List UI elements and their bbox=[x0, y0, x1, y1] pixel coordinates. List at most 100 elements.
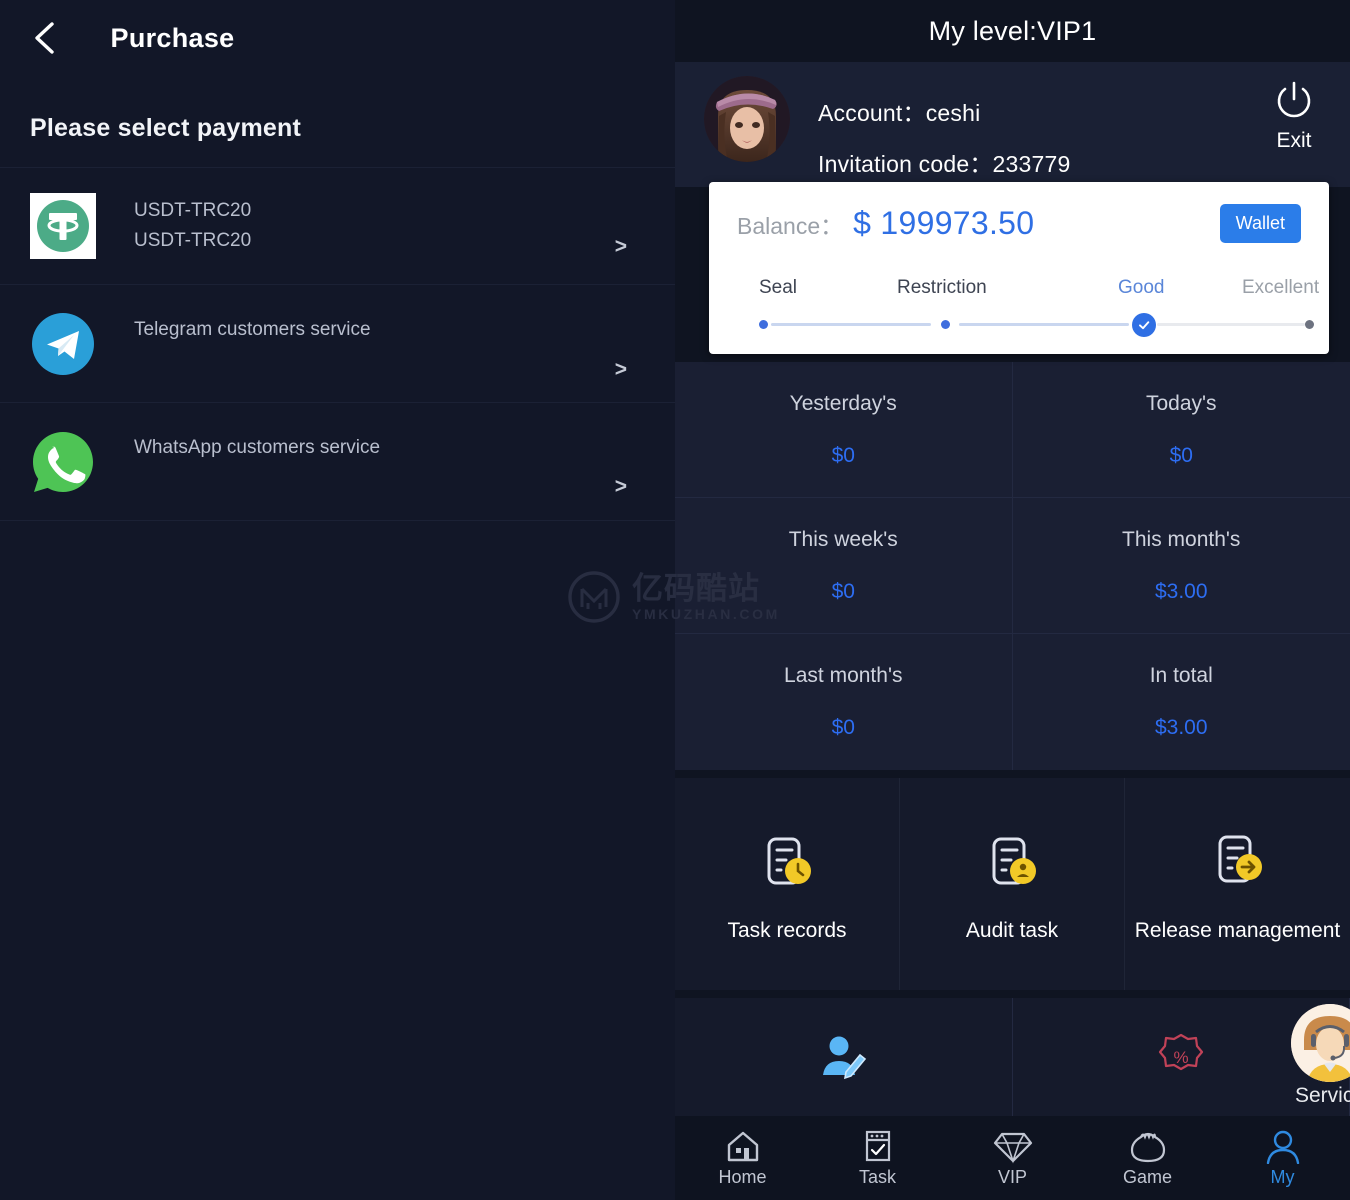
level-label-seal: Seal bbox=[759, 277, 798, 298]
level-labels: Seal Restriction Good Excellent bbox=[737, 277, 1319, 301]
task-label: Audit task bbox=[965, 918, 1059, 942]
nav-item-task[interactable]: Task bbox=[810, 1128, 945, 1188]
stat-cell-yesterday: Yesterday's $0 bbox=[675, 362, 1013, 498]
payment-label-line1: USDT-TRC20 bbox=[134, 200, 252, 221]
task-records-button[interactable]: Task records bbox=[675, 778, 900, 990]
track-segment-3 bbox=[1157, 323, 1305, 326]
chevron-right-icon[interactable]: > bbox=[615, 358, 627, 382]
purchase-header: Purchase bbox=[0, 0, 675, 74]
game-bag-icon bbox=[1130, 1132, 1165, 1163]
app-root: Purchase Please select payment USDT-TRC2… bbox=[0, 0, 1350, 1200]
svg-text:%: % bbox=[1173, 1048, 1188, 1067]
track-segment-1 bbox=[771, 323, 931, 326]
discount-percent-icon: % bbox=[1158, 1033, 1203, 1071]
earnings-stats-grid: Yesterday's $0 Today's $0 This week's $0… bbox=[675, 362, 1350, 770]
audit-task-icon bbox=[992, 837, 1036, 884]
stat-title: Today's bbox=[1145, 391, 1217, 415]
stat-cell-today: Today's $0 bbox=[1012, 362, 1350, 498]
stat-cell-in-total: In total $3.00 bbox=[1013, 634, 1350, 770]
edit-profile-icon bbox=[823, 1036, 867, 1080]
balance-label: Balance： bbox=[737, 212, 844, 239]
edit-profile-button[interactable] bbox=[675, 998, 1013, 1116]
wallet-button[interactable]: Wallet bbox=[1219, 204, 1301, 243]
level-label-good: Good bbox=[1118, 277, 1165, 298]
nav-item-vip[interactable]: VIP bbox=[945, 1128, 1080, 1188]
nav-item-home[interactable]: Home bbox=[675, 1128, 810, 1188]
level-label-excellent: Excellent bbox=[1242, 277, 1320, 298]
payment-method-usdt[interactable]: USDT-TRC20 USDT-TRC20 > bbox=[0, 167, 675, 285]
person-icon bbox=[1266, 1130, 1299, 1164]
stat-title: This week's bbox=[788, 527, 898, 551]
level-label-restriction: Restriction bbox=[897, 277, 987, 298]
profile-panel: My level:VIP1 Account：ceshi Invitation c… bbox=[675, 0, 1350, 1200]
nav-item-game[interactable]: Game bbox=[1080, 1128, 1215, 1188]
service-agent-avatar bbox=[1291, 1004, 1350, 1082]
page-title: Purchase bbox=[110, 22, 235, 53]
level-dot-excellent bbox=[1305, 320, 1314, 329]
level-dot-good-active bbox=[1132, 313, 1156, 337]
payment-label-line2: USDT-TRC20 bbox=[134, 230, 252, 251]
telegram-labels: Telegram customers service bbox=[134, 315, 371, 345]
stat-value: $3.00 bbox=[1154, 579, 1208, 603]
payment-method-telegram[interactable]: Telegram customers service > bbox=[0, 285, 675, 403]
level-progress: Seal Restriction Good Excellent bbox=[737, 277, 1319, 337]
task-label: Release management bbox=[1134, 918, 1341, 942]
stat-cell-this-month: This month's $3.00 bbox=[1012, 498, 1350, 634]
stat-value: $0 bbox=[831, 443, 855, 467]
whatsapp-labels: WhatsApp customers service bbox=[134, 433, 380, 463]
stat-title: This month's bbox=[1122, 527, 1241, 551]
balance-row: Balance： $ 199973.50 Wallet bbox=[737, 204, 1301, 243]
power-icon bbox=[1277, 81, 1311, 118]
nav-label: Game bbox=[1122, 1167, 1173, 1187]
quick-action-row: % Servic bbox=[675, 998, 1350, 1116]
audit-task-button[interactable]: Audit task bbox=[900, 778, 1125, 990]
service-button[interactable]: Service bbox=[1278, 1004, 1350, 1108]
usdt-tether-icon bbox=[30, 193, 96, 259]
task-shortcuts: Task records Audit task Release manageme… bbox=[675, 778, 1350, 990]
exit-button[interactable]: Exit bbox=[1256, 78, 1332, 153]
level-dot-restriction bbox=[941, 320, 950, 329]
select-payment-heading: Please select payment bbox=[30, 114, 302, 142]
vip-level-title: My level:VIP1 bbox=[928, 15, 1097, 46]
level-track-row bbox=[737, 311, 1314, 337]
back-chevron-icon[interactable] bbox=[30, 18, 60, 58]
stat-value: $0 bbox=[831, 579, 855, 603]
track-segment-2 bbox=[959, 323, 1129, 326]
stat-title: In total bbox=[1149, 664, 1213, 687]
task-records-icon bbox=[767, 837, 811, 884]
balance-card: Balance： $ 199973.50 Wallet Seal Restric… bbox=[709, 182, 1329, 354]
task-checklist-icon bbox=[865, 1130, 890, 1162]
stat-value: $0 bbox=[1169, 443, 1193, 467]
stat-value: $3.00 bbox=[1154, 716, 1208, 739]
stat-cell-last-month: Last month's $0 bbox=[675, 634, 1013, 770]
payment-method-whatsapp[interactable]: WhatsApp customers service > bbox=[0, 403, 675, 521]
chevron-right-icon[interactable]: > bbox=[615, 475, 627, 499]
payment-label-line1: WhatsApp customers service bbox=[134, 436, 381, 458]
service-label: Service bbox=[1294, 1084, 1350, 1107]
exit-label: Exit bbox=[1276, 129, 1312, 152]
balance-amount: $ 199973.50 bbox=[853, 205, 1035, 241]
chevron-right-icon[interactable]: > bbox=[615, 235, 627, 259]
stat-value: $0 bbox=[831, 716, 855, 739]
task-label: Task records bbox=[727, 918, 847, 942]
nav-label: My bbox=[1270, 1167, 1295, 1187]
release-management-icon bbox=[1218, 835, 1262, 882]
nav-item-my[interactable]: My bbox=[1215, 1128, 1350, 1188]
telegram-icon bbox=[30, 311, 96, 377]
payment-method-list: USDT-TRC20 USDT-TRC20 > Telegram custome… bbox=[0, 167, 675, 521]
avatar bbox=[704, 76, 790, 162]
usdt-labels: USDT-TRC20 USDT-TRC20 bbox=[134, 196, 251, 256]
diamond-icon bbox=[993, 1132, 1032, 1164]
payment-label-line1: Telegram customers service bbox=[134, 318, 371, 340]
nav-label: Home bbox=[718, 1167, 767, 1187]
release-management-button[interactable]: Release management bbox=[1125, 778, 1350, 990]
nav-label: Task bbox=[858, 1167, 896, 1187]
stat-title: Last month's bbox=[784, 664, 903, 687]
bottom-navigation: Home Task VIP Game My bbox=[675, 1116, 1350, 1200]
home-icon bbox=[727, 1131, 758, 1162]
purchase-panel: Purchase Please select payment USDT-TRC2… bbox=[0, 0, 675, 1200]
stat-cell-this-week: This week's $0 bbox=[675, 498, 1013, 634]
stat-title: Yesterday's bbox=[789, 391, 897, 415]
nav-label: VIP bbox=[997, 1167, 1027, 1187]
account-summary: Account：ceshi Invitation code：233779 Exi… bbox=[675, 62, 1350, 187]
